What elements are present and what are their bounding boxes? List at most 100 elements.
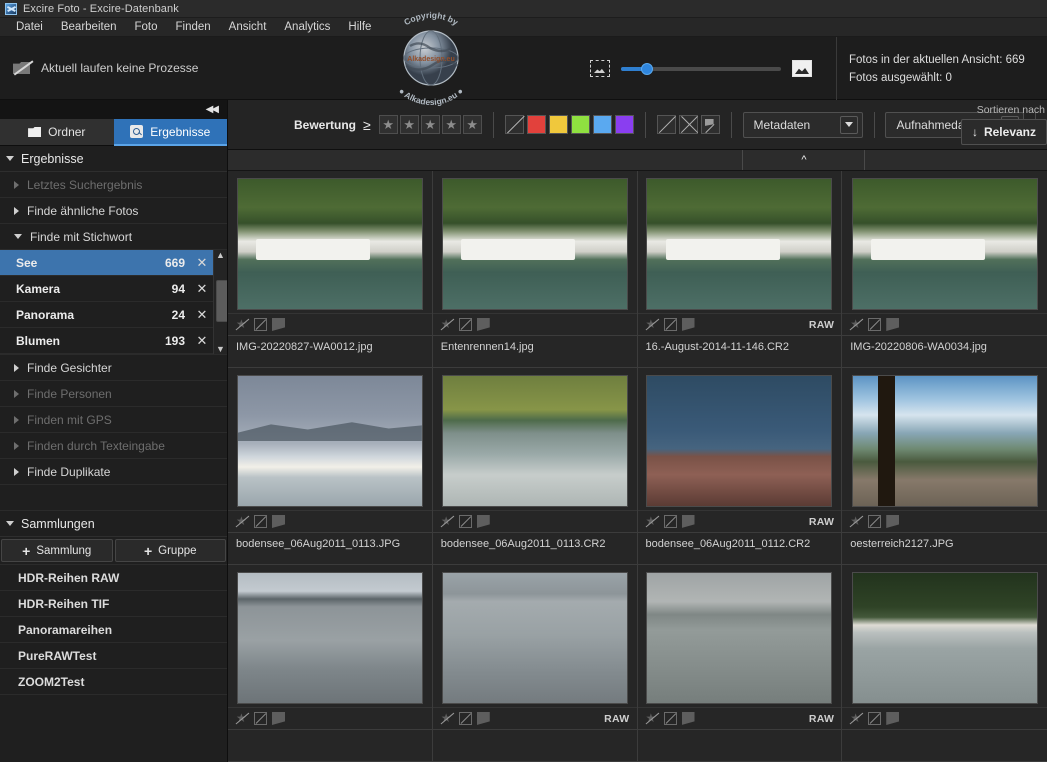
scroll-down-icon[interactable]: ▼ [214,344,227,354]
flag-icon[interactable] [681,318,695,331]
tab-ordner[interactable]: Ordner [0,119,114,146]
photo-cell[interactable]: ★ RAW [432,565,638,762]
scrollbar-thumb[interactable] [216,280,227,322]
group-finde-personen[interactable]: Finde Personen [0,381,227,407]
photo-thumbnail[interactable] [441,178,628,310]
photo-cell[interactable]: ★ [228,565,433,762]
thumbnail-area[interactable] [228,171,432,313]
collapse-sidebar-icon[interactable]: ◀◀ [206,104,219,115]
section-ergebnisse[interactable]: Ergebnisse [0,146,227,172]
color-label-blue[interactable] [592,115,612,134]
group-finden-mit-gps[interactable]: Finden mit GPS [0,407,227,433]
color-none-icon[interactable] [254,712,267,725]
rating-none-icon[interactable]: ★ [440,712,455,725]
rating-none-icon[interactable]: ★ [849,712,864,725]
thumbnail-area[interactable] [842,565,1047,707]
star-button-5[interactable]: ★ [462,115,482,134]
color-none-icon[interactable] [663,318,677,331]
color-none-icon[interactable] [458,712,472,725]
photo-thumbnail[interactable] [851,572,1038,704]
flag-icon[interactable] [886,318,900,331]
photo-cell[interactable]: ★ IMG-20220827-WA0012.jpg [228,171,433,368]
rating-none-icon[interactable]: ★ [235,712,250,725]
keyword-row-see[interactable]: See 669 [0,250,213,276]
menu-analytics[interactable]: Analytics [275,18,339,37]
star-button-1[interactable]: ★ [378,115,398,134]
photo-cell[interactable]: ★ bodensee_06Aug2011_0113.CR2 [432,368,638,565]
color-none-icon[interactable] [458,318,472,331]
photo-thumbnail[interactable] [441,572,628,704]
color-none-icon[interactable] [458,515,472,528]
flag-icon[interactable] [272,318,285,331]
menu-foto[interactable]: Foto [125,18,166,37]
menu-bearbeiten[interactable]: Bearbeiten [52,18,126,37]
photo-thumbnail[interactable] [646,375,833,507]
flag-rejected-icon[interactable] [678,115,698,134]
add-collection-button[interactable]: + Sammlung [1,539,113,562]
color-none-icon[interactable] [254,318,267,331]
photo-cell[interactable]: ★ RAW [637,565,843,762]
star-button-4[interactable]: ★ [441,115,461,134]
thumbnail-area[interactable] [228,368,432,510]
menu-datei[interactable]: Datei [7,18,52,37]
sort-button[interactable]: ↓ Relevanz [960,119,1047,145]
collection-panoramareihen[interactable]: Panoramareihen [0,617,227,643]
collection-hdr-reihen-raw[interactable]: HDR-Reihen RAW [0,565,227,591]
metadata-select[interactable]: Metadaten [742,111,863,138]
rating-none-icon[interactable]: ★ [849,515,864,528]
flag-icon[interactable] [476,318,490,331]
keyword-scrollbar[interactable]: ▲ ▼ [213,250,227,354]
photo-cell[interactable]: ★ bodensee_06Aug2011_0113.JPG [228,368,433,565]
photo-thumbnail[interactable] [851,178,1038,310]
flag-icon[interactable] [476,515,490,528]
section-sammlungen[interactable]: Sammlungen [0,511,227,537]
tab-ergebnisse[interactable]: Ergebnisse [113,119,227,146]
menu-finden[interactable]: Finden [167,18,220,37]
thumbnail-small-icon[interactable] [590,60,610,77]
color-none-icon[interactable] [868,318,882,331]
flag-icon[interactable] [886,712,900,725]
color-label-none[interactable] [504,115,524,134]
group-letztes-suchergebnis[interactable]: Letztes Suchergebnis [0,172,227,198]
flag-icon[interactable] [681,515,695,528]
menu-ansicht[interactable]: Ansicht [220,18,276,37]
flag-icon[interactable] [272,515,285,528]
photo-cell[interactable]: ★ Entenrennen14.jpg [432,171,638,368]
thumbnail-size-slider[interactable] [621,62,781,75]
flag-picked-icon[interactable] [700,115,720,134]
collection-hdr-reihen-tif[interactable]: HDR-Reihen TIF [0,591,227,617]
color-label-red[interactable] [526,115,546,134]
thumbnail-large-icon[interactable] [792,60,812,77]
photo-cell[interactable]: ★ oesterreich2127.JPG [842,368,1047,565]
grid-scroll-up-button[interactable]: ^ [743,150,866,170]
keyword-row-blumen[interactable]: Blumen 193 [0,328,213,354]
keyword-remove-icon[interactable]: ✕ [195,302,209,328]
photo-cell[interactable]: ★ [842,565,1047,762]
color-label-purple[interactable] [614,115,634,134]
flag-icon[interactable] [476,712,490,725]
menu-hilfe[interactable]: Hilfe [339,18,380,37]
rating-none-icon[interactable]: ★ [645,712,659,725]
add-group-button[interactable]: + Gruppe [114,539,226,562]
photo-thumbnail[interactable] [236,572,423,704]
group-finde-mit-stichwort[interactable]: Finde mit Stichwort [0,224,227,250]
photo-thumbnail[interactable] [851,375,1038,507]
chevron-down-icon[interactable] [839,115,858,134]
thumbnail-area[interactable] [842,171,1047,313]
photo-thumbnail[interactable] [441,375,628,507]
thumbnail-area[interactable] [432,171,637,313]
rating-none-icon[interactable]: ★ [645,515,659,528]
slider-handle[interactable] [641,62,653,75]
rating-none-icon[interactable]: ★ [440,318,455,331]
thumbnail-area[interactable] [842,368,1047,510]
flag-icon[interactable] [272,712,285,725]
keyword-remove-icon[interactable]: ✕ [195,328,209,354]
flag-icon[interactable] [886,515,900,528]
collection-purerawtest[interactable]: PureRAWTest [0,643,227,669]
keyword-row-kamera[interactable]: Kamera 94 [0,276,213,302]
photo-cell[interactable]: ★ RAW bodensee_06Aug2011_0112.CR2 [637,368,843,565]
photo-thumbnail[interactable] [646,572,833,704]
thumbnail-area[interactable] [432,565,637,707]
photo-thumbnail[interactable] [236,375,423,507]
color-none-icon[interactable] [868,515,882,528]
